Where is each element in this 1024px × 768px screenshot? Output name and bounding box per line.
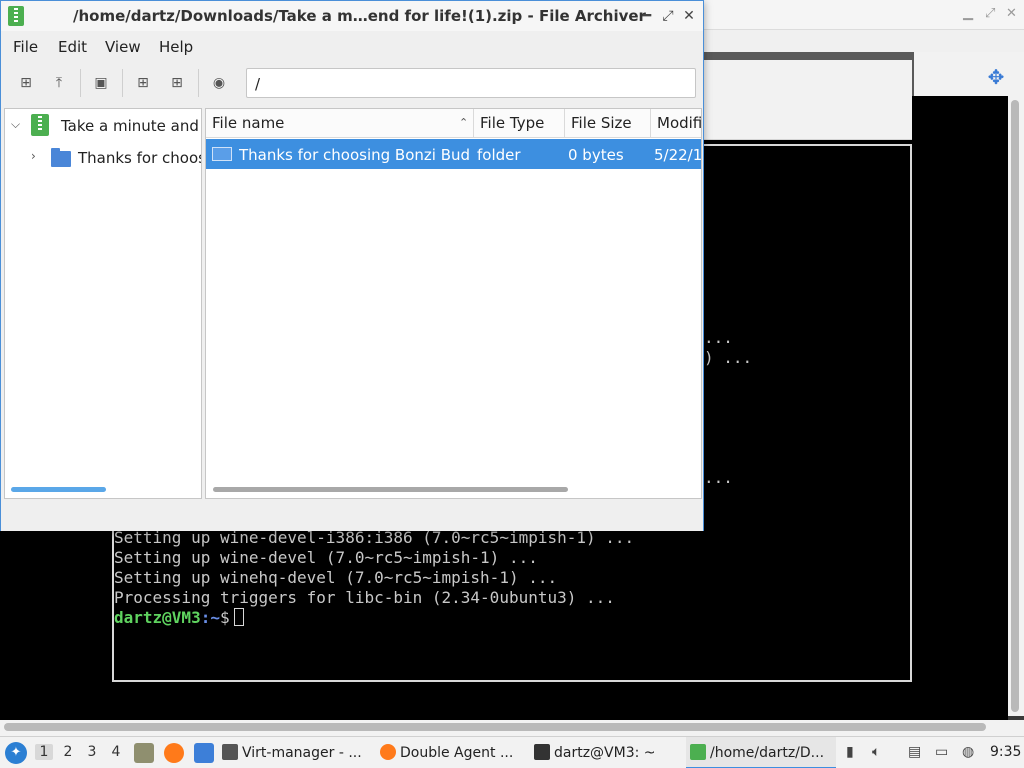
terminal-prompt[interactable]: dartz@VM3:~$	[114, 608, 244, 628]
task-terminal[interactable]: dartz@VM3: ~	[534, 737, 674, 768]
file-manager-icon[interactable]	[134, 743, 154, 763]
location-field[interactable]: /	[246, 68, 696, 98]
cell-type: folder	[477, 146, 521, 164]
folder-icon	[51, 148, 71, 167]
terminal-cursor	[233, 608, 244, 626]
tree-item-root[interactable]: ⌵ Take a minute and ma	[5, 110, 201, 140]
terminal-line: Setting up winehq-devel (7.0~rc5~impish-…	[114, 568, 558, 587]
task-label: Double Agent ...	[400, 745, 514, 761]
toolbar-separator	[122, 69, 123, 97]
cell-modified: 5/22/1(	[654, 146, 702, 164]
column-file-type[interactable]: File Type	[474, 109, 565, 138]
toolbar-separator	[198, 69, 199, 97]
cell-name: Thanks for choosing Bonzi Buddy	[239, 146, 469, 164]
terminal-icon	[534, 744, 550, 760]
battery-icon[interactable]: ▮	[846, 744, 854, 760]
workspace-3[interactable]: 3	[83, 744, 101, 760]
minimize-icon[interactable]: ━	[639, 7, 655, 25]
task-label: /home/dartz/D...	[710, 745, 825, 761]
menu-file[interactable]: File	[13, 38, 38, 56]
task-double-agent[interactable]: Double Agent ...	[380, 737, 525, 768]
menu-help[interactable]: Help	[159, 38, 193, 56]
menu-edit[interactable]: Edit	[58, 38, 87, 56]
column-file-name[interactable]: File name	[206, 109, 474, 138]
cell-size: 0 bytes	[568, 146, 624, 164]
task-virt-manager[interactable]: Virt-manager - ...	[222, 737, 372, 768]
desktop-icon[interactable]	[194, 743, 214, 763]
table-row[interactable]: Thanks for choosing Bonzi Buddy folder 0…	[206, 139, 702, 169]
list-scrollbar[interactable]	[213, 487, 568, 492]
vm-viewer-header	[700, 60, 912, 140]
folder-icon	[212, 147, 232, 161]
workspace-1[interactable]: 1	[35, 744, 53, 760]
maximize-icon[interactable]: ⤢	[660, 7, 676, 25]
stop-icon[interactable]: ◉	[209, 73, 229, 93]
chevron-down-icon[interactable]: ⌵	[11, 117, 20, 132]
firefox-icon	[380, 744, 396, 760]
list-header: File name ⌃ File Type File Size Modifi	[206, 109, 701, 138]
taskbar: ✦ 1 2 3 4 Virt-manager - ... Double Agen…	[0, 736, 1024, 768]
bg-maximize-icon[interactable]: ⤢	[985, 6, 995, 21]
chevron-right-icon[interactable]: ›	[31, 149, 36, 163]
workspace-2[interactable]: 2	[59, 744, 77, 760]
terminal-partial-line: ...	[704, 328, 733, 347]
workspace-4[interactable]: 4	[107, 744, 125, 760]
prompt-user: dartz@VM3	[114, 608, 201, 627]
tree-scrollbar[interactable]	[11, 487, 106, 492]
vertical-scrollbar-thumb[interactable]	[1011, 100, 1019, 712]
archive-properties-icon[interactable]: ▣	[91, 73, 111, 93]
window-title: /home/dartz/Downloads/Take a m…end for l…	[73, 7, 646, 25]
tree-child-label: Thanks for choosir	[78, 149, 201, 167]
file-list[interactable]: File name ⌃ File Type File Size Modifi T…	[205, 108, 702, 499]
extract-icon[interactable]: ⤒	[49, 73, 69, 93]
network-icon[interactable]: ▭	[935, 744, 948, 760]
add-folder-icon[interactable]: ⊞	[167, 73, 187, 93]
terminal-line: Setting up wine-devel-i386:i386 (7.0~rc5…	[114, 528, 635, 547]
update-icon[interactable]: ◍	[962, 744, 974, 760]
vm-viewer-toolbar	[914, 52, 1024, 96]
fit-screen-icon[interactable]: ✥	[985, 66, 1007, 88]
task-label: Virt-manager - ...	[242, 745, 362, 761]
virt-manager-icon	[222, 744, 238, 760]
volume-icon[interactable]: 🔈︎	[872, 744, 880, 760]
archive-app-icon	[690, 744, 706, 760]
start-menu-icon[interactable]: ✦	[5, 742, 27, 764]
column-modified[interactable]: Modifi	[651, 109, 701, 138]
task-label: dartz@VM3: ~	[554, 745, 656, 761]
tree-root-label: Take a minute and ma	[57, 117, 201, 135]
horizontal-scrollbar-thumb[interactable]	[4, 723, 986, 731]
sort-ascending-icon: ⌃	[459, 116, 469, 129]
archive-app-icon	[8, 6, 24, 26]
folder-tree[interactable]: ⌵ Take a minute and ma › Thanks for choo…	[4, 108, 202, 499]
terminal-partial-line: ...	[704, 468, 733, 487]
new-archive-icon[interactable]: ⊞	[16, 73, 36, 93]
add-file-icon[interactable]: ⊞	[133, 73, 153, 93]
tree-item-folder[interactable]: › Thanks for choosir	[5, 142, 201, 172]
window-titlebar[interactable]: /home/dartz/Downloads/Take a m…end for l…	[1, 1, 703, 31]
column-file-size[interactable]: File Size	[565, 109, 651, 138]
terminal-line: Processing triggers for libc-bin (2.34-0…	[114, 588, 615, 607]
menu-bar: File Edit View Help	[1, 31, 703, 61]
prompt-symbol: $	[219, 608, 230, 627]
clipboard-icon[interactable]: ▤	[908, 744, 921, 760]
toolbar-separator	[80, 69, 81, 97]
menu-view[interactable]: View	[105, 38, 141, 56]
clock[interactable]: 9:35	[990, 744, 1021, 760]
file-archiver-window: /home/dartz/Downloads/Take a m…end for l…	[0, 0, 704, 531]
bg-minimize-icon[interactable]: ▁	[963, 6, 973, 21]
firefox-icon[interactable]	[164, 743, 184, 763]
close-icon[interactable]: ✕	[681, 7, 697, 25]
terminal-partial-line: ) ...	[704, 348, 753, 367]
prompt-path: :~	[200, 608, 220, 627]
zip-archive-icon	[31, 114, 49, 136]
terminal-line: Setting up wine-devel (7.0~rc5~impish-1)…	[114, 548, 538, 567]
task-file-archiver[interactable]: /home/dartz/D...	[686, 737, 836, 768]
bg-close-icon[interactable]: ✕	[1006, 6, 1017, 21]
status-bar	[1, 501, 703, 531]
toolbar: ⊞ ⤒ ▣ ⊞ ⊞ ◉ /	[1, 61, 703, 105]
